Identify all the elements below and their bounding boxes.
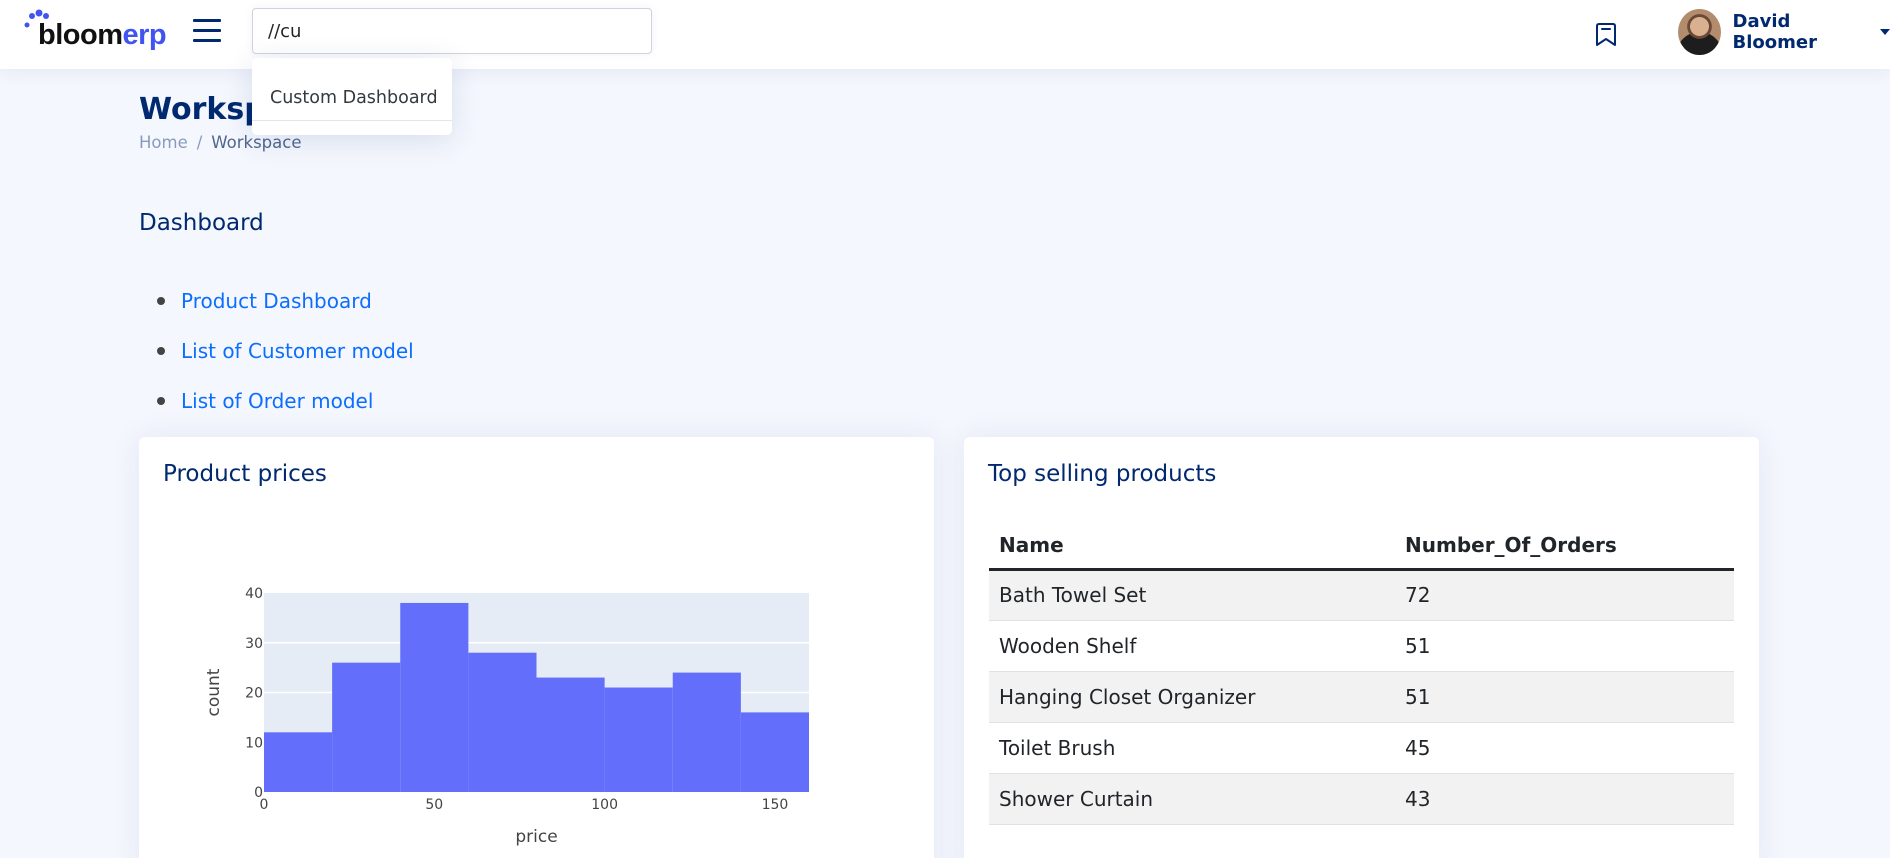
- histogram-bar[interactable]: [672, 672, 741, 792]
- column-header-orders[interactable]: Number_Of_Orders: [1395, 522, 1734, 571]
- link-order-list[interactable]: List of Order model: [181, 389, 373, 413]
- logo-flower-icon: [24, 9, 49, 28]
- dashboard-section-title: Dashboard: [139, 210, 264, 236]
- search-suggestions-dropdown: Custom Dashboard: [252, 58, 452, 135]
- histogram-bar[interactable]: [468, 652, 537, 792]
- product-name-cell: Shower Curtain: [989, 773, 1395, 825]
- histogram-bar[interactable]: [740, 712, 809, 792]
- y-tick-label: 40: [245, 586, 263, 602]
- y-tick-label: 20: [245, 686, 263, 702]
- y-axis-title: count: [204, 668, 224, 716]
- product-name-cell: Toilet Brush: [989, 722, 1395, 774]
- avatar: [1678, 9, 1721, 55]
- breadcrumb-separator: /: [196, 133, 203, 152]
- product-name-cell: Bath Towel Set: [989, 569, 1395, 621]
- x-axis-title: price: [515, 827, 557, 847]
- y-tick-labels: 0 10 20 30 40: [245, 586, 263, 801]
- y-tick-label: 10: [245, 735, 263, 751]
- user-profile-menu[interactable]: David Bloomer: [1678, 9, 1890, 55]
- breadcrumb: Home / Workspace: [139, 133, 301, 152]
- table-row: Bath Towel Set 72: [989, 569, 1734, 621]
- histogram-bar[interactable]: [332, 662, 401, 792]
- logo-text-erp: erp: [122, 19, 167, 51]
- x-tick-label: 100: [591, 797, 618, 813]
- chevron-down-icon: [1880, 29, 1890, 35]
- bookmark-icon[interactable]: [1594, 22, 1618, 48]
- price-histogram[interactable]: 0 50 100 150 0 10 20 30 40 price count: [139, 437, 934, 858]
- order-count-cell: 45: [1395, 722, 1734, 774]
- order-count-cell: 51: [1395, 671, 1734, 723]
- histogram-bar[interactable]: [264, 732, 333, 792]
- table-row: Hanging Closet Organizer 51: [989, 671, 1734, 723]
- y-tick-label: 0: [254, 785, 263, 801]
- column-header-name[interactable]: Name: [989, 522, 1395, 571]
- list-item: List of Customer model: [155, 326, 414, 376]
- product-name-cell: Hanging Closet Organizer: [989, 671, 1395, 723]
- histogram-bar[interactable]: [400, 602, 469, 792]
- top-selling-table: Name Number_Of_Orders Bath Towel Set 72 Wo…: [989, 522, 1734, 825]
- x-tick-label: 50: [425, 797, 443, 813]
- suggestion-custom-dashboard[interactable]: Custom Dashboard: [252, 58, 452, 121]
- user-name: David Bloomer: [1732, 11, 1818, 53]
- x-tick-label: 150: [762, 797, 789, 813]
- product-name-cell: Wooden Shelf: [989, 620, 1395, 672]
- list-item: Product Dashboard: [155, 276, 414, 326]
- order-count-cell: 72: [1395, 569, 1734, 621]
- top-selling-card: Top selling products Name Number_Of_Orde…: [964, 437, 1759, 858]
- y-tick-label: 30: [245, 636, 263, 652]
- hamburger-menu-icon[interactable]: [193, 19, 221, 43]
- table-header-row: Name Number_Of_Orders: [989, 522, 1734, 571]
- x-tick-labels: 0 50 100 150: [260, 797, 789, 813]
- product-prices-card: Product prices 0 50 100 150 0 10 20 30 40 price…: [139, 437, 934, 858]
- order-count-cell: 43: [1395, 773, 1734, 825]
- order-count-cell: 51: [1395, 620, 1734, 672]
- table-row: Shower Curtain 43: [989, 773, 1734, 825]
- breadcrumb-current: Workspace: [211, 133, 302, 152]
- logo[interactable]: bloom erp: [24, 9, 167, 52]
- table-row: Toilet Brush 45: [989, 722, 1734, 774]
- dashboard-link-list: Product Dashboard List of Customer model…: [155, 276, 414, 426]
- table-row: Wooden Shelf 51: [989, 620, 1734, 672]
- histogram-bar[interactable]: [604, 687, 673, 792]
- link-customer-list[interactable]: List of Customer model: [181, 339, 414, 363]
- list-item: List of Order model: [155, 376, 414, 426]
- card-title: Top selling products: [988, 461, 1217, 487]
- link-product-dashboard[interactable]: Product Dashboard: [181, 289, 372, 313]
- breadcrumb-home[interactable]: Home: [139, 133, 188, 152]
- histogram-bar[interactable]: [536, 677, 605, 792]
- search-input[interactable]: [252, 8, 652, 54]
